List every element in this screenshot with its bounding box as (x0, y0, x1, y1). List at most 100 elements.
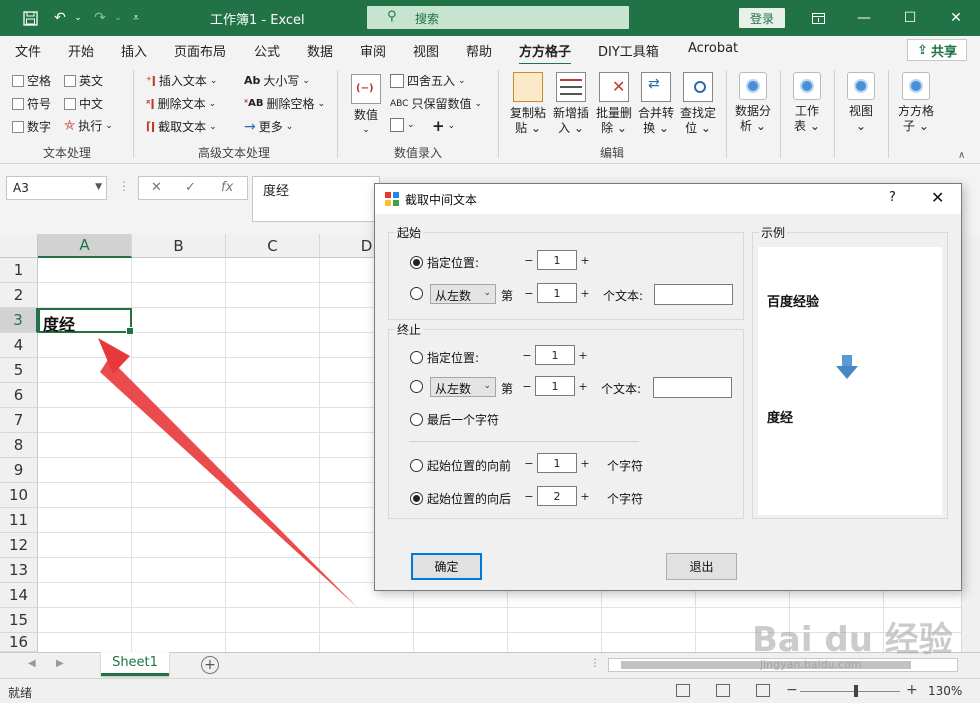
cancel-icon[interactable]: ✕ (151, 180, 162, 195)
end-nth-stepper[interactable]: −1 + (519, 376, 591, 396)
row-header[interactable]: 8 (0, 433, 38, 458)
ok-button[interactable]: 确定 (411, 553, 482, 580)
row-header[interactable]: 1 (0, 258, 38, 283)
plus-icon[interactable]: + (577, 457, 593, 470)
row-header[interactable]: 14 (0, 583, 38, 608)
row-header[interactable]: 6 (0, 383, 38, 408)
more-button[interactable]: → 更多 ⌄ (244, 118, 293, 135)
plus-icon[interactable]: + (577, 254, 593, 267)
row-header[interactable]: 3 (0, 308, 38, 333)
execute-button[interactable]: ⛤ 执行 ⌄ (64, 117, 113, 134)
plus-icon[interactable]: + (575, 380, 591, 393)
start-text-input[interactable] (654, 284, 733, 305)
minus-icon[interactable]: − (519, 349, 535, 362)
fangfanggezi-button[interactable]: 方方格 子 ⌄ (893, 72, 939, 134)
delete-text-button[interactable]: ˣǀ 删除文本 ⌄ (146, 95, 216, 112)
end-last-char-radio[interactable]: 最后一个字符 (410, 411, 499, 428)
zoom-slider-thumb[interactable] (854, 685, 858, 697)
sheet-tab-sheet1[interactable]: Sheet1 (101, 652, 169, 676)
plus-icon[interactable]: + (575, 349, 591, 362)
end-before-start-radio[interactable]: 起始位置的向前 (410, 457, 511, 474)
start-position-stepper[interactable]: −1 + (521, 250, 593, 270)
zoom-level[interactable]: 130% (928, 684, 962, 698)
minus-icon[interactable]: − (521, 254, 537, 267)
row-header[interactable]: 9 (0, 458, 38, 483)
tab-insert[interactable]: 插入 (121, 41, 147, 60)
row-header[interactable]: 4 (0, 333, 38, 358)
round-button[interactable]: 四舍五入 ⌄ (390, 72, 466, 89)
normal-view-icon[interactable] (676, 684, 690, 697)
next-sheet-icon[interactable]: ▶ (56, 658, 64, 669)
name-box[interactable]: A3 ▼ (6, 176, 107, 200)
select-all-corner[interactable] (0, 234, 38, 258)
check-space[interactable]: 空格 (12, 72, 51, 89)
plus-icon[interactable]: + (577, 490, 593, 503)
minus-icon[interactable]: − (519, 380, 535, 393)
check-number[interactable]: 数字 (12, 118, 51, 135)
row-header[interactable]: 12 (0, 533, 38, 558)
end-before-stepper[interactable]: −1 + (521, 453, 593, 473)
row-header[interactable]: 7 (0, 408, 38, 433)
end-direction-select[interactable]: 从左数 ⌄ (430, 377, 496, 397)
number-add-button[interactable]: + ⌄ (432, 117, 455, 135)
number-edit-button[interactable]: ⌄ (390, 118, 415, 132)
insert-text-button[interactable]: ⁺ǀ 插入文本 ⌄ (146, 72, 217, 89)
row-header[interactable]: 10 (0, 483, 38, 508)
close-icon[interactable]: ✕ (941, 6, 971, 30)
undo-dropdown-icon[interactable]: ⌄ (72, 8, 84, 28)
column-header-c[interactable]: C (226, 234, 320, 258)
collapse-ribbon-icon[interactable]: ∧ (958, 150, 965, 161)
tab-review[interactable]: 审阅 (360, 41, 386, 60)
check-symbol[interactable]: 符号 (12, 95, 51, 112)
page-layout-view-icon[interactable] (716, 684, 730, 697)
redo-dropdown-icon[interactable]: ⌄ (112, 8, 124, 28)
end-specify-position-radio[interactable]: 指定位置: (410, 349, 479, 366)
check-english[interactable]: 英文 (64, 72, 103, 89)
row-header[interactable]: 5 (0, 358, 38, 383)
row-header[interactable]: 13 (0, 558, 38, 583)
batch-delete-button[interactable]: ✕ 批量删除 ⌄ (593, 72, 635, 136)
column-header-b[interactable]: B (132, 234, 226, 258)
start-nth-stepper[interactable]: −1 + (521, 283, 593, 303)
customize-toolbar-icon[interactable]: ⩡ (128, 8, 144, 28)
dialog-close-icon[interactable]: ✕ (931, 188, 944, 207)
insert-function-icon[interactable]: fx (221, 180, 233, 195)
column-header-a[interactable]: A (38, 234, 132, 258)
worksheet-button[interactable]: 工作 表 ⌄ (786, 72, 828, 134)
start-direction-select[interactable]: 从左数 ⌄ (430, 284, 496, 304)
minus-icon[interactable]: − (521, 287, 537, 300)
zoom-in-icon[interactable]: + (906, 682, 918, 698)
save-icon[interactable] (18, 8, 42, 28)
plus-icon[interactable]: + (577, 287, 593, 300)
find-locate-button[interactable]: 查找定位 ⌄ (677, 72, 719, 136)
row-header[interactable]: 16 (0, 633, 38, 652)
copy-paste-button[interactable]: 复制粘贴 ⌄ (507, 72, 549, 136)
value-button[interactable]: (−) 数值 ⌄ (348, 74, 384, 138)
prev-sheet-icon[interactable]: ◀ (28, 658, 36, 669)
ribbon-display-icon[interactable] (803, 6, 833, 30)
help-icon[interactable]: ? (889, 190, 896, 205)
zoom-out-icon[interactable]: − (786, 682, 798, 698)
tab-file[interactable]: 文件 (15, 41, 41, 60)
tab-data[interactable]: 数据 (307, 41, 333, 60)
page-break-view-icon[interactable] (756, 684, 770, 697)
minus-icon[interactable]: − (521, 490, 537, 503)
login-button[interactable]: 登录 (739, 8, 785, 28)
minus-icon[interactable]: − (521, 457, 537, 470)
tab-acrobat[interactable]: Acrobat (688, 41, 738, 56)
merge-convert-button[interactable]: ⇄ 合并转换 ⌄ (635, 72, 677, 136)
share-button[interactable]: ⇪ 共享 (907, 39, 967, 61)
row-header[interactable]: 11 (0, 508, 38, 533)
end-after-start-radio[interactable]: 起始位置的向后 (410, 490, 511, 507)
end-text-input[interactable] (653, 377, 732, 398)
row-header[interactable]: 2 (0, 283, 38, 308)
selected-cell-a3[interactable]: 度经 (38, 308, 134, 335)
undo-icon[interactable]: ↶ (48, 8, 72, 28)
data-analysis-button[interactable]: 数据分 析 ⌄ (732, 72, 774, 134)
start-from-left-radio[interactable] (410, 287, 427, 300)
tab-formulas[interactable]: 公式 (254, 41, 280, 60)
tab-home[interactable]: 开始 (68, 41, 94, 60)
delete-space-button[interactable]: ˣAB 删除空格 ⌄ (244, 95, 325, 112)
add-sheet-icon[interactable]: + (201, 656, 219, 674)
check-chinese[interactable]: 中文 (64, 95, 103, 112)
